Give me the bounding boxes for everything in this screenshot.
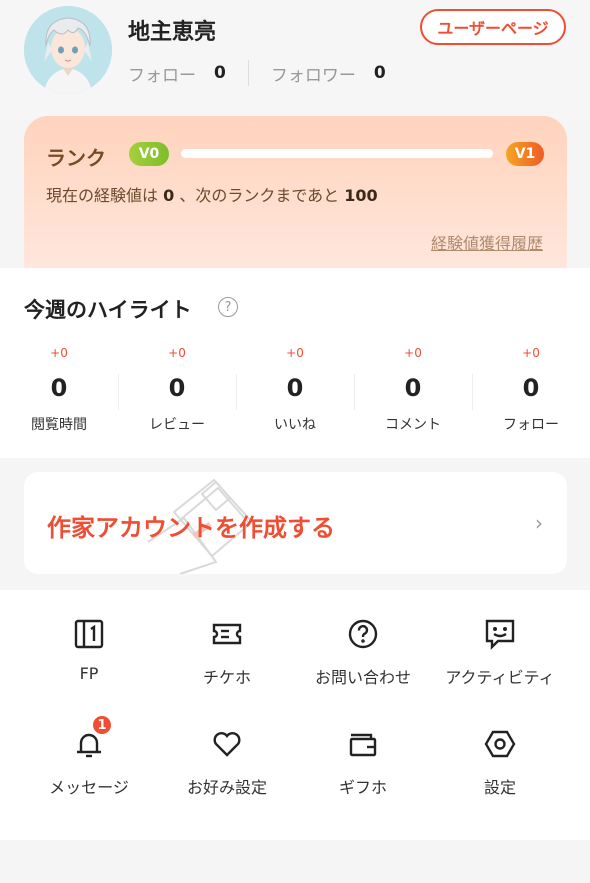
menu-label: 設定 (483, 778, 516, 797)
stat-label: レビュー (149, 417, 205, 433)
stat-delta: +0 (168, 346, 186, 360)
menu-label: お好み設定 (186, 778, 267, 797)
menu-label: FP (79, 664, 99, 683)
exp-history-link[interactable]: 経験値獲得履歴 (431, 230, 543, 254)
stat-label: いいね (274, 417, 316, 433)
rank-progress-bar (181, 149, 493, 158)
help-circle-icon (348, 619, 378, 649)
stat-label: コメント (385, 417, 441, 433)
rank-title: ランク (46, 146, 106, 170)
user-page-button[interactable]: ユーザーページ (420, 9, 566, 45)
stat-value: 0 (522, 374, 540, 402)
bell-icon-wrap: 1 (73, 714, 113, 760)
highlight-stats: +0 0 閲覧時間 +0 0 レビュー +0 0 いいね +0 0 コメント +… (0, 346, 590, 434)
stat-value: 0 (50, 374, 68, 402)
stat-follows: +0 0 フォロー (472, 346, 590, 434)
rank-card: ランク V0 V1 現在の経験値は 0 、次のランクまであと 100 経験値獲得… (24, 116, 567, 286)
heart-icon (213, 732, 241, 757)
stat-label: 閲覧時間 (31, 417, 87, 433)
avatar[interactable] (24, 6, 112, 94)
menu-label: チケホ (202, 668, 251, 687)
stat-comments: +0 0 コメント (354, 346, 472, 434)
stat-value: 0 (286, 374, 304, 402)
menu-item-contact[interactable]: お問い合わせ (298, 618, 428, 718)
stat-delta: +0 (286, 346, 304, 360)
divider (247, 60, 249, 86)
rank-desc-prefix: 現在の経験値は (46, 186, 164, 205)
highlight-title: 今週のハイライト (24, 298, 192, 322)
stat-view-time: +0 0 閲覧時間 (0, 346, 118, 434)
follow-label[interactable]: フォロー (128, 61, 196, 86)
menu-label: アクティビティ (445, 668, 555, 687)
fp-card-icon (74, 619, 104, 649)
help-icon[interactable]: ? (218, 297, 238, 317)
create-author-account-button[interactable]: 作家アカウントを作成する › (24, 472, 567, 574)
stat-reviews: +0 0 レビュー (118, 346, 236, 434)
menu-item-messages[interactable]: 1 メッセージ (24, 714, 154, 828)
menu-item-ticket[interactable]: チケホ (162, 618, 292, 718)
stat-label: フォロー (503, 417, 559, 433)
rank-desc-middle: 、次のランクまであと (174, 186, 345, 205)
menu-label: メッセージ (49, 778, 129, 797)
hexagon-settings-icon (484, 730, 516, 758)
menu-item-gift[interactable]: ギフホ (298, 728, 428, 828)
chevron-right-icon: › (535, 511, 543, 535)
smile-chat-icon (485, 619, 515, 650)
follower-label[interactable]: フォロワー (271, 61, 356, 86)
stat-value: 0 (404, 374, 422, 402)
menu-item-settings[interactable]: 設定 (435, 728, 565, 828)
follow-stats: フォロー 0 フォロワー 0 (128, 60, 386, 86)
next-rank-badge: V1 (506, 142, 544, 166)
stat-delta: +0 (50, 346, 68, 360)
exp-value: 0 (163, 186, 175, 205)
menu-label: ギフホ (338, 778, 387, 797)
rank-description: 現在の経験値は 0 、次のランクまであと 100 (46, 182, 378, 206)
menu-item-activity[interactable]: アクティビティ (435, 618, 565, 718)
username: 地主恵亮 (128, 20, 217, 45)
notification-badge: 1 (91, 714, 113, 736)
current-rank-badge: V0 (129, 142, 169, 166)
weekly-highlight: 今週のハイライト ? +0 0 閲覧時間 +0 0 レビュー +0 0 いいね … (0, 268, 590, 458)
stat-delta: +0 (522, 346, 540, 360)
menu-label: お問い合わせ (314, 668, 411, 687)
menu-grid: FP チケホ お問い合わせ アクティビティ 1 メッセージ お好み設定 ギフホ … (0, 590, 590, 840)
exp-remaining: 100 (344, 186, 378, 205)
create-author-account-label: 作家アカウントを作成する (47, 514, 335, 542)
menu-item-preferences[interactable]: お好み設定 (162, 728, 292, 828)
wallet-icon (349, 733, 377, 757)
stat-likes: +0 0 いいね (236, 346, 354, 434)
follower-count[interactable]: 0 (374, 63, 386, 83)
stat-value: 0 (168, 374, 186, 402)
stat-delta: +0 (404, 346, 422, 360)
ticket-icon (212, 623, 242, 645)
profile-header: 地主恵亮 ユーザーページ フォロー 0 フォロワー 0 (0, 0, 590, 120)
follow-count[interactable]: 0 (214, 63, 226, 83)
menu-item-fp[interactable]: FP (24, 618, 154, 718)
